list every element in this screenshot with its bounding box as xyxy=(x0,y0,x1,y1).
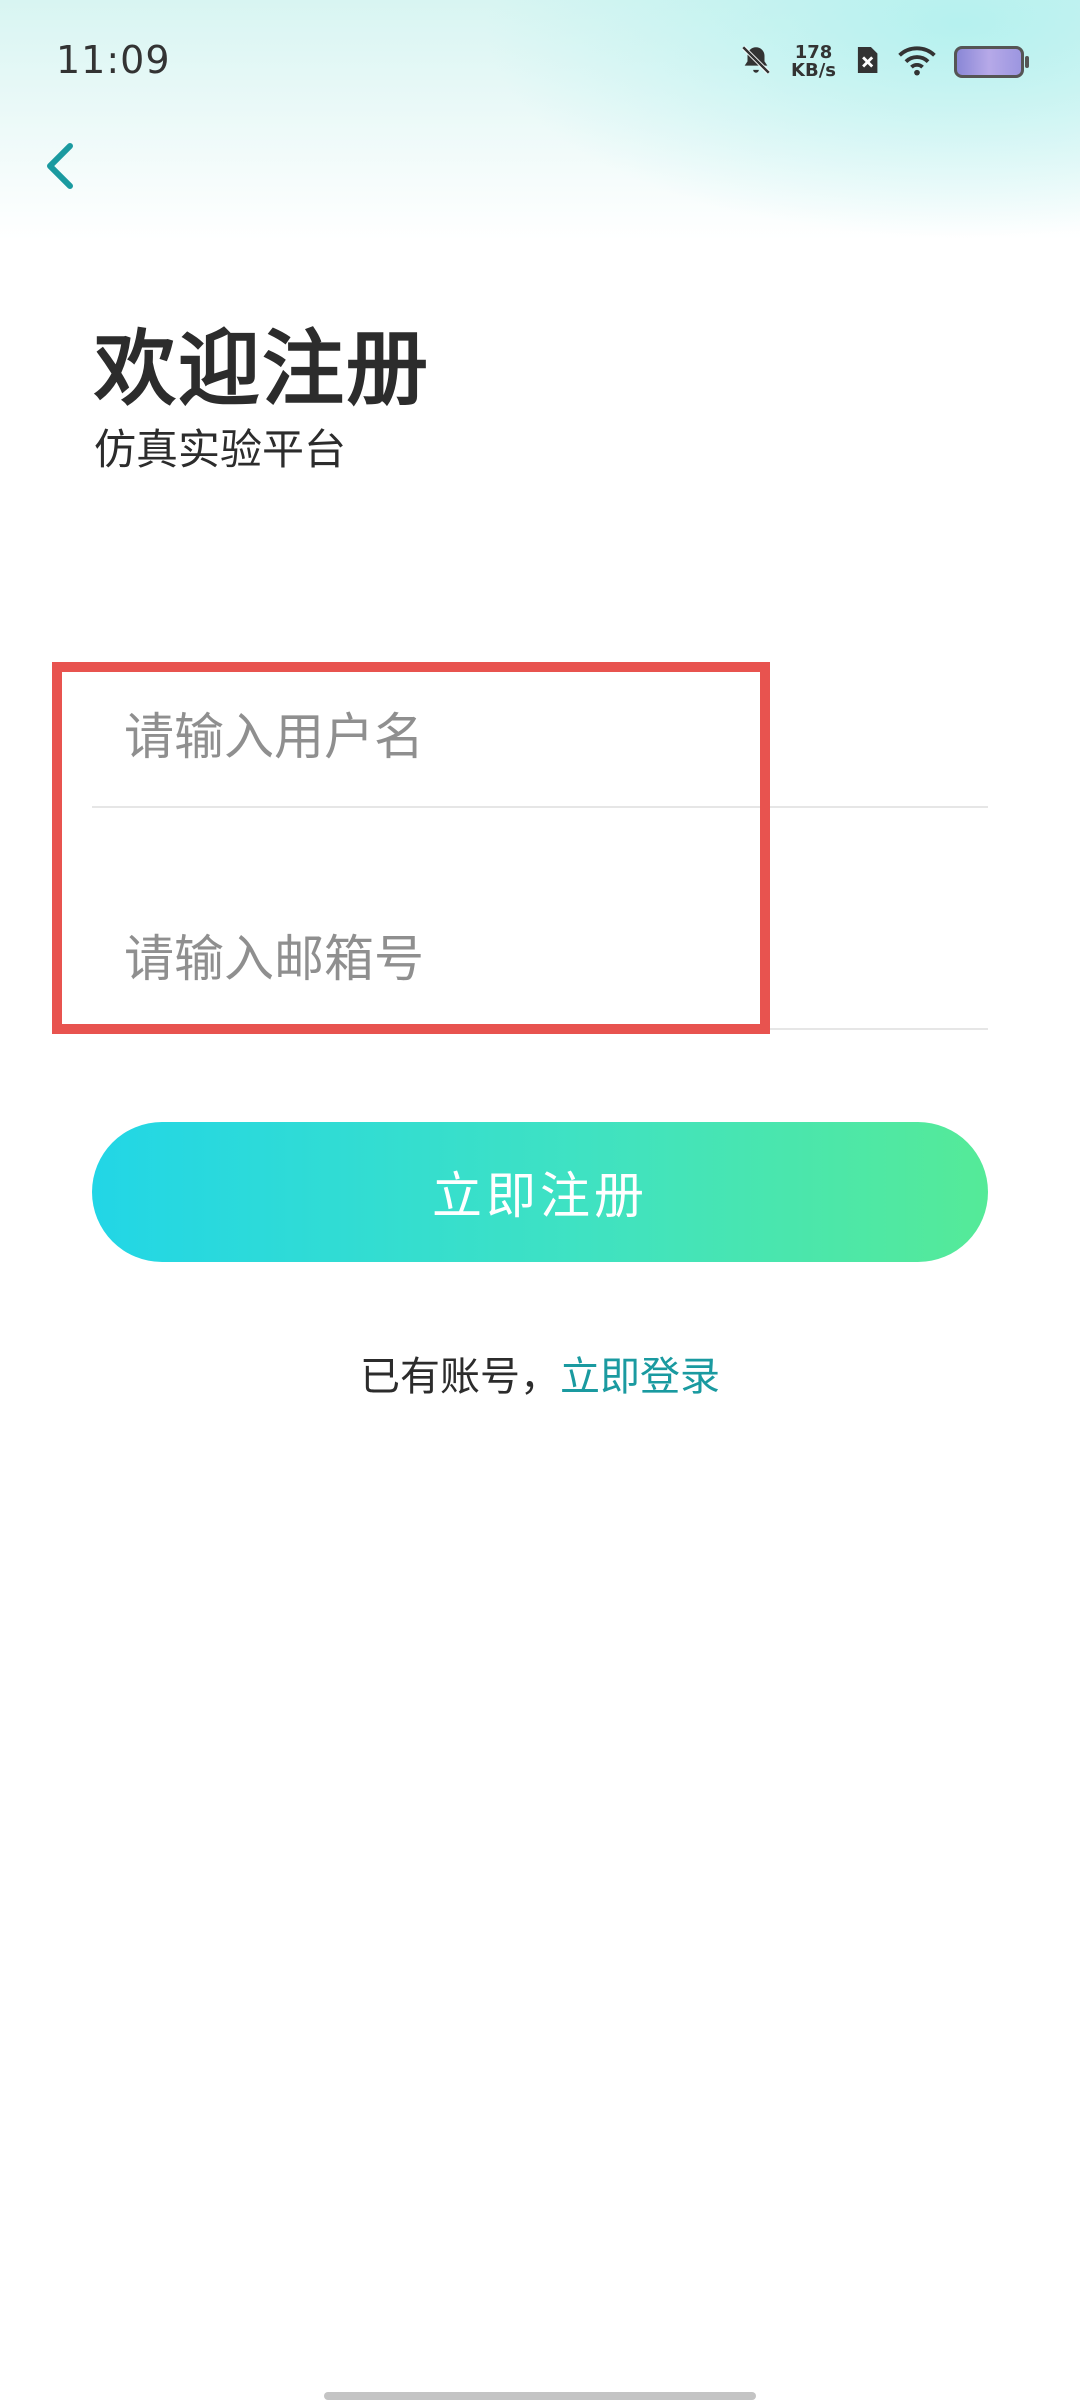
network-speed: 178 KB/s xyxy=(791,44,836,80)
username-field xyxy=(92,668,988,808)
username-input[interactable] xyxy=(122,696,956,778)
back-button[interactable] xyxy=(30,136,90,196)
battery-icon xyxy=(954,46,1029,78)
status-bar: 11:09 178 KB/s xyxy=(0,0,1080,128)
status-time: 11:09 xyxy=(56,38,171,82)
bell-off-icon xyxy=(739,43,773,81)
wifi-icon xyxy=(898,44,936,80)
page-subtitle: 仿真实验平台 xyxy=(94,425,347,474)
network-speed-unit: KB/s xyxy=(791,60,836,81)
login-prompt-row: 已有账号，立即登录 xyxy=(0,1344,1080,1402)
status-icons: 178 KB/s xyxy=(739,40,1029,84)
chevron-left-icon xyxy=(47,143,73,189)
register-button[interactable]: 立即注册 xyxy=(92,1122,988,1262)
sim-off-icon xyxy=(854,44,880,80)
login-link[interactable]: 立即登录 xyxy=(560,1354,720,1400)
login-prompt-text: 已有账号， xyxy=(360,1354,560,1400)
home-indicator[interactable] xyxy=(324,2392,756,2400)
email-input[interactable] xyxy=(122,918,956,1000)
page-title: 欢迎注册 xyxy=(94,322,431,417)
email-field xyxy=(92,890,988,1030)
